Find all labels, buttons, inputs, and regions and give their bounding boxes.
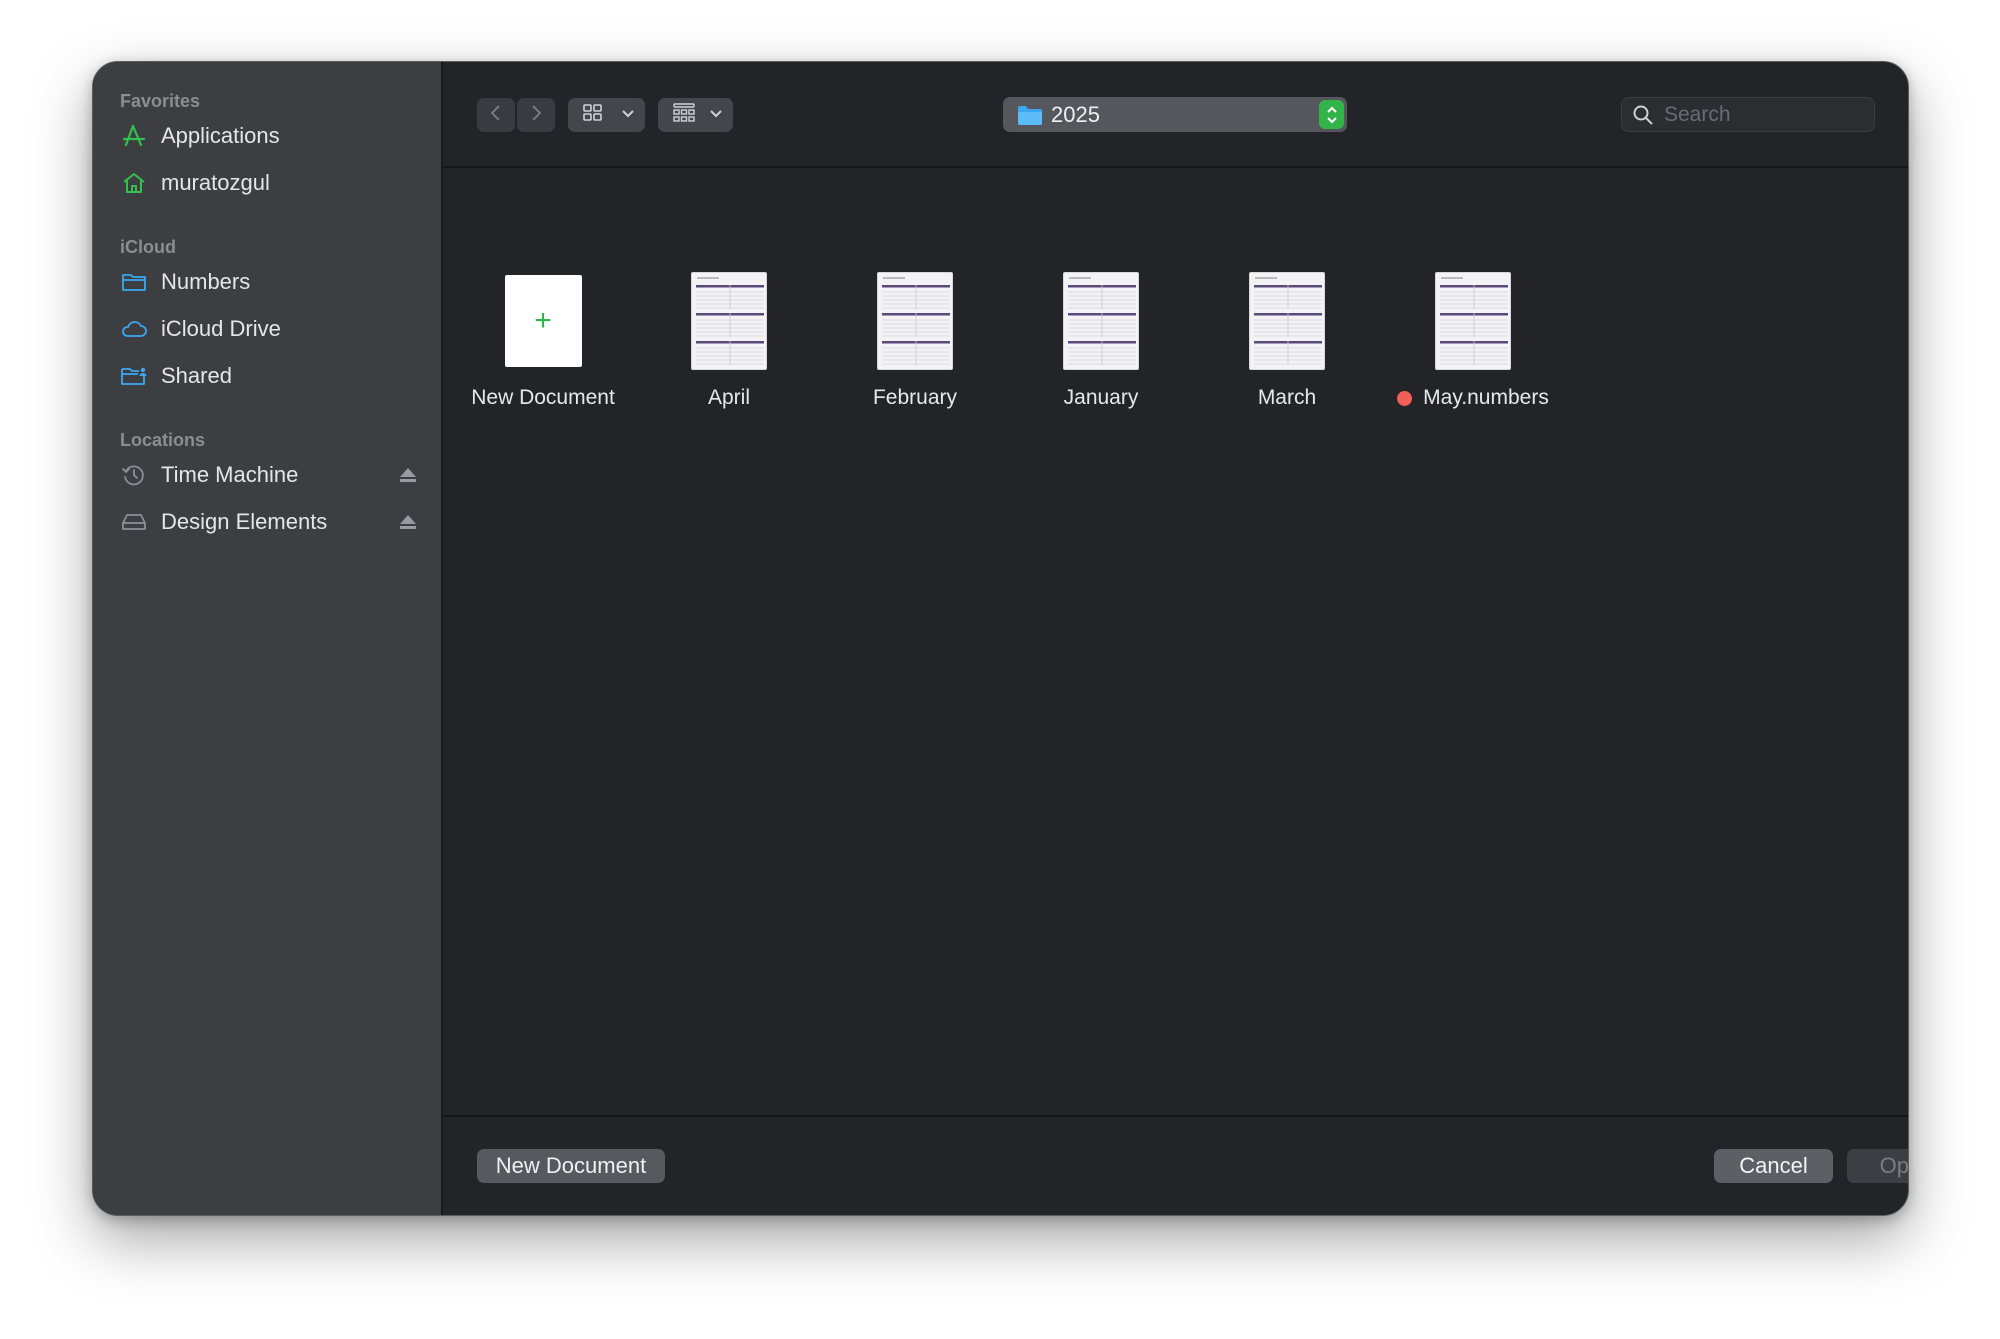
sidebar-item-numbers[interactable]: Numbers [119,264,419,300]
red-tag-icon [1397,390,1413,406]
file-label: January [1063,386,1139,409]
preview-title [1255,277,1277,279]
file-label: February [872,386,958,409]
open-dialog-window: Favorites Applications muratozgul iCloud… [92,61,1909,1216]
cancel-button[interactable]: Cancel [1714,1149,1833,1183]
plus-icon: + [534,304,552,337]
spreadsheet-thumbnail [877,272,953,370]
folder-icon [1017,104,1043,126]
file-browser: + New Document April February January Ma… [443,170,1908,1118]
spreadsheet-preview [1440,277,1508,365]
applications-icon [119,121,149,151]
open-button[interactable]: Open [1847,1149,1908,1183]
chevron-down-icon [709,106,723,124]
chevron-left-icon [489,103,503,128]
sidebar-item-design-elements[interactable]: Design Elements [119,504,419,540]
sidebar-item-label: Applications [161,123,280,148]
file-item[interactable]: February [830,270,1000,410]
spreadsheet-preview [696,277,764,365]
stepper-arrows-icon [1319,100,1344,129]
sidebar: Favorites Applications muratozgul iCloud… [93,62,443,1215]
spreadsheet-thumbnail [691,272,767,370]
preview-title [883,277,905,279]
sidebar-item-home[interactable]: muratozgul [119,165,419,201]
eject-icon[interactable] [397,464,419,486]
file-label: New Document [471,386,615,409]
navigation-buttons [477,98,555,132]
toolbar: 2025 [443,62,1908,168]
file-label-text: May.numbers [1423,386,1549,409]
location-popup[interactable]: 2025 [1003,97,1347,132]
footer-bar: New Document Cancel Open [443,1115,1908,1215]
preview-title [697,277,719,279]
sidebar-item-shared[interactable]: Shared [119,358,419,394]
chevron-right-icon [529,103,543,128]
preview-title [1069,277,1091,279]
view-mode-button[interactable] [568,98,645,132]
sidebar-item-label: Numbers [161,269,251,294]
file-item[interactable]: May.numbers [1388,270,1558,410]
favorites-section-title: Favorites [120,91,201,111]
new-document-button[interactable]: New Document [477,1149,665,1183]
sidebar-item-label: muratozgul [161,170,270,195]
current-folder-label: 2025 [1051,101,1100,127]
back-button[interactable] [477,98,515,132]
spreadsheet-preview [1068,277,1136,365]
new-document-thumbnail: + [504,275,582,367]
home-icon [119,168,149,198]
group-grid-icon [672,102,696,128]
locations-section-title: Locations [120,430,206,450]
cloud-icon [119,314,149,344]
spreadsheet-thumbnail [1249,272,1325,370]
group-options-button[interactable] [658,98,733,132]
sidebar-item-label: Shared [161,363,232,388]
file-item[interactable]: March [1202,270,1372,410]
spreadsheet-thumbnail [1063,272,1139,370]
chevron-down-icon [621,106,635,124]
file-item[interactable]: January [1016,270,1186,410]
grid-view-icon [582,103,604,128]
spreadsheet-thumbnail [1435,272,1511,370]
spreadsheet-preview [1254,277,1322,365]
preview-title [1441,277,1463,279]
search-field[interactable] [1621,97,1875,132]
file-label: April [707,386,750,409]
sidebar-item-icloud-drive[interactable]: iCloud Drive [119,311,419,347]
icloud-section-title: iCloud [120,237,176,257]
file-item[interactable]: April [644,270,814,410]
folder-icon [119,267,149,297]
sidebar-item-label: Time Machine [161,462,299,487]
eject-icon[interactable] [397,511,419,533]
file-label: March [1257,386,1317,409]
search-icon [1632,104,1654,126]
sidebar-item-applications[interactable]: Applications [119,118,419,154]
file-item-new-document[interactable]: + New Document [458,270,628,410]
search-input[interactable] [1664,102,1864,127]
sidebar-item-time-machine[interactable]: Time Machine [119,457,419,493]
sidebar-item-label: iCloud Drive [161,316,281,341]
spreadsheet-preview [882,277,950,365]
sidebar-item-label: Design Elements [161,509,328,534]
drive-icon [119,507,149,537]
shared-folder-icon [119,361,149,391]
forward-button[interactable] [517,98,555,132]
time-machine-icon [119,460,149,490]
file-label: May.numbers [1397,386,1549,410]
